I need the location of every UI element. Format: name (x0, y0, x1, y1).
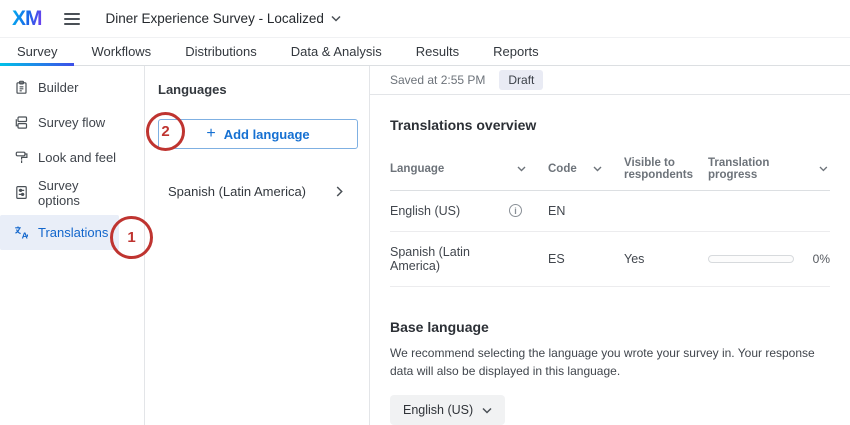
plus-icon: + (206, 125, 215, 143)
main-content: Saved at 2:55 PM Draft Translations over… (370, 66, 850, 425)
translations-overview-title: Translations overview (390, 117, 830, 133)
tab-survey[interactable]: Survey (0, 38, 74, 65)
sidebar-item-look-and-feel[interactable]: Look and feel (0, 140, 119, 175)
translations-table: Language Code Visible to respondents Tra… (390, 147, 830, 287)
col-header-progress: Translation progress (708, 157, 819, 181)
sidebar-item-label: Survey flow (38, 115, 105, 130)
base-language-title: Base language (390, 319, 830, 335)
row-code: ES (548, 231, 624, 286)
table-row-spanish[interactable]: Spanish (Latin America) ES Yes 0% (390, 231, 830, 286)
base-language-description: We recommend selecting the language you … (390, 344, 830, 381)
info-icon[interactable]: i (509, 204, 522, 217)
col-header-language: Language (390, 163, 444, 175)
tab-data-analysis[interactable]: Data & Analysis (274, 38, 399, 65)
add-language-label: Add language (224, 127, 310, 142)
add-language-button[interactable]: + Add language (158, 119, 358, 149)
sort-chevron-icon[interactable] (593, 166, 602, 172)
sort-chevron-icon[interactable] (819, 166, 828, 172)
table-header-row: Language Code Visible to respondents Tra… (390, 147, 830, 191)
translate-icon: A (14, 225, 29, 240)
row-language: Spanish (Latin America) (390, 245, 522, 273)
xm-logo: XM (12, 7, 42, 31)
status-badge: Draft (499, 70, 543, 90)
sidebar-item-survey-options[interactable]: Survey options (0, 175, 119, 210)
progress-percent-label: 0% (808, 252, 830, 266)
tab-distributions[interactable]: Distributions (168, 38, 274, 65)
languages-panel-title: Languages (145, 82, 369, 97)
sidebar-item-label: Translations (38, 225, 108, 240)
sidebar-item-label: Survey options (38, 178, 119, 208)
row-visible: Yes (624, 231, 708, 286)
row-code: EN (548, 190, 624, 231)
survey-flow-icon (14, 115, 29, 130)
translation-progress-bar (708, 255, 794, 263)
save-status-bar: Saved at 2:55 PM Draft (370, 66, 850, 95)
survey-title-dropdown[interactable]: Diner Experience Survey - Localized (106, 11, 341, 26)
main-nav-tabs: Survey Workflows Distributions Data & An… (0, 38, 850, 66)
col-header-code: Code (548, 163, 577, 175)
base-language-value: English (US) (403, 403, 473, 417)
tab-workflows[interactable]: Workflows (74, 38, 168, 65)
language-item-label: Spanish (Latin America) (168, 184, 306, 199)
tab-reports[interactable]: Reports (476, 38, 556, 65)
saved-timestamp: Saved at 2:55 PM (390, 73, 485, 87)
chevron-down-icon (482, 407, 492, 414)
annotation-circle-2: 2 (146, 112, 185, 151)
row-visible (624, 190, 708, 231)
survey-options-icon (14, 185, 29, 200)
col-header-visible: Visible to respondents (624, 157, 693, 181)
sidebar-item-survey-flow[interactable]: Survey flow (0, 105, 119, 140)
base-language-dropdown[interactable]: English (US) (390, 395, 505, 425)
sort-chevron-icon[interactable] (517, 166, 526, 172)
row-language: English (US) (390, 204, 460, 218)
sidebar-item-builder[interactable]: Builder (0, 70, 119, 105)
builder-icon (14, 80, 29, 95)
sidebar-item-translations[interactable]: A Translations (0, 215, 119, 250)
annotation-circle-1: 1 (110, 216, 153, 259)
base-language-section: Base language We recommend selecting the… (390, 319, 830, 425)
tab-results[interactable]: Results (399, 38, 476, 65)
sidebar-item-label: Builder (38, 80, 78, 95)
chevron-down-icon (331, 15, 341, 22)
look-and-feel-icon (14, 150, 29, 165)
sidebar-item-label: Look and feel (38, 150, 116, 165)
chevron-right-icon (336, 186, 343, 197)
top-bar: XM Diner Experience Survey - Localized (0, 0, 850, 38)
hamburger-menu-icon[interactable] (64, 13, 80, 25)
table-row-english[interactable]: English (US) i EN (390, 190, 830, 231)
language-list-item-spanish[interactable]: Spanish (Latin America) (145, 173, 369, 209)
survey-title: Diner Experience Survey - Localized (106, 11, 324, 26)
